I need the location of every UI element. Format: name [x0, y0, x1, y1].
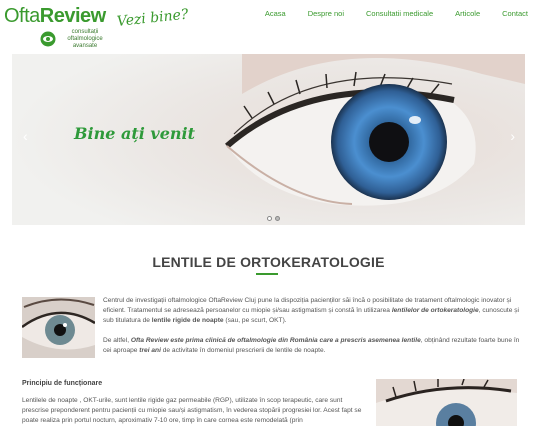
slider-dot[interactable] [267, 216, 272, 221]
nav-item-consultatii[interactable]: Consultatii medicale [344, 9, 433, 18]
eye-badge-icon [40, 31, 56, 47]
title-underline [256, 273, 278, 275]
logo-sub-line: consultații [71, 29, 99, 35]
principle-paragraph: Lentilele de noapte , OKT-urile, sunt le… [22, 397, 362, 424]
logo-sub-line: avansate [72, 43, 98, 49]
hero-slider: Bine ați venit ‹ › [12, 54, 525, 225]
logo[interactable]: OftaReview consultații oftalmologice ava… [4, 5, 106, 49]
nav-item-contact[interactable]: Contact [480, 9, 528, 18]
logo-ofta: Ofta [4, 5, 40, 27]
hero-welcome-text: Bine ați venit [74, 124, 195, 143]
slider-dot[interactable] [275, 216, 280, 221]
chevron-left-icon[interactable]: ‹ [23, 128, 28, 144]
site-header: OftaReview consultații oftalmologice ava… [0, 0, 537, 52]
nav-item-despre-noi[interactable]: Despre noi [286, 9, 344, 18]
main-nav: Acasa Despre noi Consultatii medicale Ar… [243, 9, 528, 18]
logo-subtitle: consultații oftalmologice avansate [60, 29, 110, 50]
principle-subheading: Principiu de funcționare [22, 380, 103, 387]
text-span: de activitate în domeniul prescrierii de… [160, 347, 326, 354]
intro-paragraph: Centrul de investigații oftalmologice Of… [103, 296, 523, 326]
page-title: LENTILE DE ORTOKERATOLOGIE [152, 254, 385, 270]
logo-review: Review [39, 5, 106, 27]
nav-item-acasa[interactable]: Acasa [243, 9, 286, 18]
text-emphasis: Ofta Review este prima clinică de oftalm… [130, 337, 421, 344]
text-emphasis: lentilelor de ortokeratologie [391, 307, 479, 314]
text-emphasis: trei ani [139, 347, 161, 354]
slider-dots [267, 216, 280, 221]
nav-item-articole[interactable]: Articole [433, 9, 480, 18]
eye-closeup-image [376, 379, 517, 426]
logo-sub-line: oftalmologice [67, 36, 103, 42]
eye-thumbnail-image [22, 297, 95, 358]
text-span: De altfel, [103, 337, 131, 344]
text-strong: lentile rigide de noapte [151, 317, 224, 324]
text-span: (sau, pe scurt, OKT). [223, 317, 287, 324]
chevron-right-icon[interactable]: › [510, 128, 515, 144]
second-paragraph: De altfel, Ofta Review este prima clinic… [103, 336, 523, 356]
tagline: Vezi bine? [116, 6, 190, 30]
logo-wordmark: OftaReview [4, 5, 106, 28]
